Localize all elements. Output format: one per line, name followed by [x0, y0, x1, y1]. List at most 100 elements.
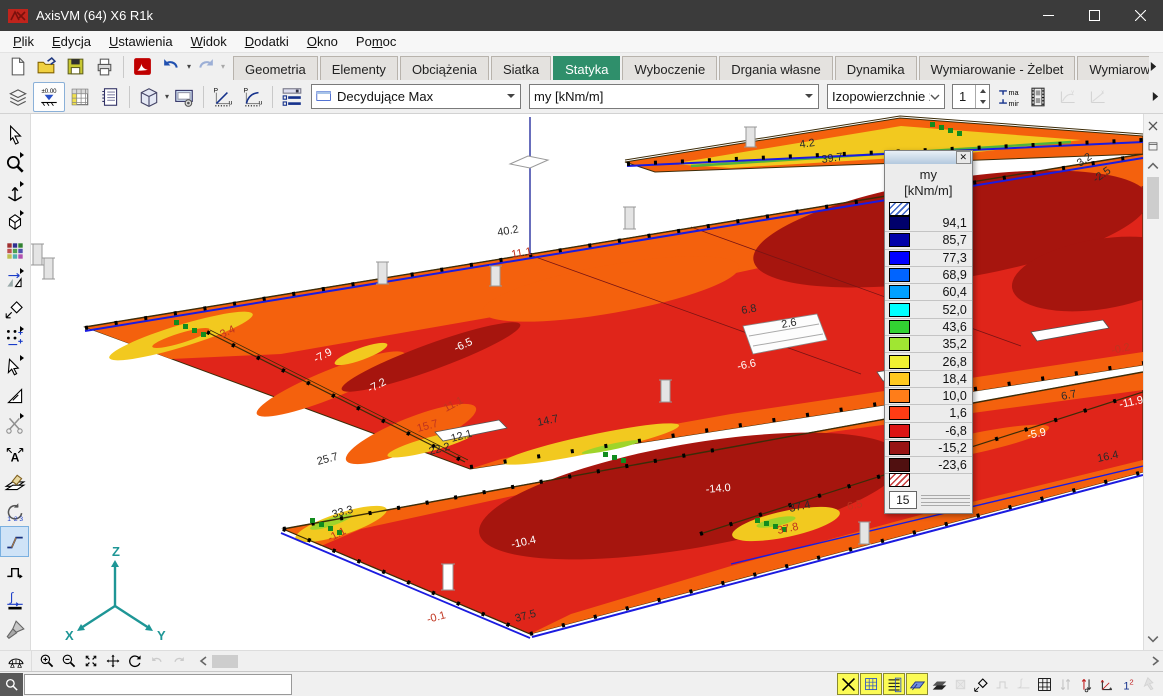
horizontal-scrollbar-track[interactable] [238, 655, 1147, 668]
mdi-close-icon[interactable] [1145, 118, 1161, 134]
minimize-button[interactable] [1025, 0, 1071, 31]
tool-polyline-step[interactable] [1, 557, 28, 586]
menu-bar: PlikEdycjaUstawieniaWidokDodatkiOknoPomo… [0, 31, 1163, 53]
legend-value: -15,2 [910, 441, 972, 455]
legend-row: 52,0 [885, 301, 972, 318]
tool-geometry-transform[interactable] [1, 265, 28, 294]
tool-parts[interactable] [1, 207, 28, 236]
tool-set-square[interactable] [1, 381, 28, 410]
result-table-button[interactable] [65, 83, 95, 111]
tab-obciążenia[interactable]: Obciążenia [400, 56, 489, 80]
pan-button[interactable] [102, 652, 124, 670]
horizontal-scrollbar-thumb[interactable] [212, 655, 238, 668]
tool-renumber[interactable]: 123 [1, 497, 28, 526]
scale-spinner[interactable]: 1 [952, 84, 990, 109]
tab-siatka[interactable]: Siatka [491, 56, 551, 80]
open-folder-button[interactable] [32, 54, 61, 79]
toolbar-overflow-arrow[interactable] [1151, 92, 1163, 101]
storey-level-button[interactable]: ±0.00 [33, 82, 65, 112]
tool-mesh-nodes[interactable] [1, 323, 28, 352]
rotate-view-button[interactable] [124, 652, 146, 670]
menu-pomoc[interactable]: Pomoc [347, 34, 405, 49]
tab-overflow-arrow[interactable] [1149, 56, 1163, 77]
status-exponent-12-toggle[interactable]: 12 [1118, 674, 1138, 694]
search-input[interactable] [24, 674, 292, 695]
saved-view-button[interactable] [169, 83, 199, 111]
zoom-out-button[interactable] [58, 652, 80, 670]
legend-levels-input[interactable]: 15 [889, 491, 917, 509]
status-move-diamond-toggle[interactable] [971, 674, 991, 694]
tool-surface-edit[interactable] [1, 468, 28, 497]
tool-color-coding[interactable] [1, 236, 28, 265]
model-viewport[interactable]: Z X Y 40.211.14.239.73.2-2.56.82.63.4-6.… [31, 114, 1143, 650]
maximize-button[interactable] [1071, 0, 1117, 31]
tool-integral-line[interactable]: ∫ [1, 586, 28, 615]
tab-geometria[interactable]: Geometria [233, 56, 318, 80]
nonlinear-analysis-button[interactable]: Pu [238, 83, 268, 111]
tool-cut-scissors[interactable] [1, 410, 28, 439]
load-case-combo[interactable]: Decydujące Max [311, 84, 521, 109]
tool-flashlight[interactable] [1, 615, 28, 644]
legend-value: 26,8 [910, 355, 972, 369]
zoom-in-button[interactable] [36, 652, 58, 670]
menu-ustawienia[interactable]: Ustawienia [100, 34, 182, 49]
tool-zoom-tool[interactable] [1, 149, 28, 178]
save-floppy-button[interactable] [61, 54, 90, 79]
scroll-right-arrow[interactable] [1147, 656, 1163, 666]
vertical-scrollbar-thumb[interactable] [1147, 177, 1159, 219]
layers-button[interactable] [3, 83, 33, 111]
tool-move-axes[interactable] [1, 178, 28, 207]
display-mode-combo[interactable]: Izopowierzchnie 2D [827, 84, 945, 109]
legend-resize-grip[interactable] [921, 492, 970, 509]
menu-plik[interactable]: Plik [4, 34, 43, 49]
undo-button[interactable] [157, 54, 186, 79]
minmax-values-button[interactable]: maxmin [993, 83, 1023, 111]
tool-section-segment[interactable] [0, 526, 29, 557]
result-label: 25.7 [315, 451, 339, 468]
tab-drgania-własne[interactable]: Drgania własne [719, 56, 833, 80]
legend-titlebar[interactable]: ✕ [885, 151, 972, 164]
tab-wymiarowanie-stal[interactable]: Wymiarowanie - Stal [1077, 56, 1149, 80]
tool-dimension-text[interactable]: A [1, 439, 28, 468]
result-component-combo[interactable]: my [kNm/m] [529, 84, 819, 109]
tab-statyka[interactable]: Statyka [553, 56, 620, 80]
model-canvas[interactable]: Z X Y 40.211.14.239.73.2-2.56.82.63.4-6.… [31, 114, 1143, 650]
tab-wyboczenie[interactable]: Wyboczenie [622, 56, 717, 80]
close-button[interactable] [1117, 0, 1163, 31]
tool-select-cursor[interactable] [1, 120, 28, 149]
drawing-library-button[interactable] [134, 83, 164, 111]
scroll-down-arrow[interactable] [1145, 631, 1161, 647]
status-updown-red-toggle[interactable] [1076, 674, 1096, 694]
report-button[interactable] [95, 83, 125, 111]
new-document-button[interactable] [3, 54, 32, 79]
status-axes-small-toggle[interactable] [1097, 674, 1117, 694]
tab-dynamika[interactable]: Dynamika [835, 56, 917, 80]
menu-widok[interactable]: Widok [182, 34, 236, 49]
print-button[interactable] [90, 54, 119, 79]
mdi-restore-icon[interactable] [1145, 138, 1161, 154]
status-storeys-toggle[interactable] [929, 674, 949, 694]
animation-button[interactable] [1023, 83, 1053, 111]
menu-dodatki[interactable]: Dodatki [236, 34, 298, 49]
horizontal-scrollbar[interactable] [196, 653, 1163, 670]
search-button[interactable] [0, 673, 23, 696]
redo-dropdown[interactable]: ▾ [221, 62, 225, 71]
scroll-left-arrow[interactable] [196, 656, 212, 666]
influence-line-button[interactable] [0, 651, 32, 671]
scroll-up-arrow[interactable] [1145, 158, 1161, 174]
legend-close-icon[interactable]: ✕ [956, 151, 971, 164]
svg-text:3: 3 [19, 515, 23, 522]
legend-panel[interactable]: ✕ my [kNm/m] 94,185,777,368,960,452,043,… [884, 150, 973, 514]
tool-draw-arrow[interactable] [1, 352, 28, 381]
right-scrollbar-strip[interactable] [1143, 114, 1163, 650]
tab-elementy[interactable]: Elementy [320, 56, 398, 80]
zoom-fit-button[interactable] [80, 652, 102, 670]
menu-okno[interactable]: Okno [298, 34, 347, 49]
status-grid-table-toggle[interactable] [1034, 674, 1054, 694]
pdf-export-button[interactable] [128, 54, 157, 79]
tab-wymiarowanie-żelbet[interactable]: Wymiarowanie - Żelbet [919, 56, 1076, 80]
linear-analysis-button[interactable]: Pu [208, 83, 238, 111]
menu-edycja[interactable]: Edycja [43, 34, 100, 49]
result-display-options-button[interactable] [277, 83, 307, 111]
tool-modify-diamond[interactable] [1, 294, 28, 323]
